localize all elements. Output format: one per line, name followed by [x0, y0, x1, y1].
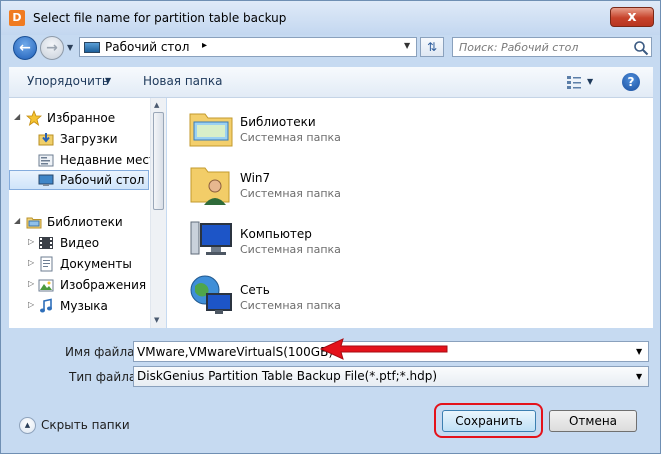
sidebar-item-music[interactable]: ▷ Музыка: [9, 296, 149, 316]
filetype-dropdown-icon[interactable]: ▼: [636, 372, 642, 381]
file-list: Библиотеки Системная папка Win7 Системна…: [167, 98, 653, 328]
cancel-button[interactable]: Отмена: [549, 410, 637, 432]
file-item-name: Сеть: [240, 283, 270, 297]
diskgenius-app-icon: D: [9, 10, 25, 26]
sidebar-item-recent-places[interactable]: Недавние места: [9, 150, 163, 170]
file-item-win7[interactable]: Win7 Системная папка: [187, 160, 487, 212]
help-button[interactable]: ?: [622, 73, 640, 91]
close-button[interactable]: x: [610, 7, 654, 27]
back-button[interactable]: ←: [13, 36, 37, 60]
file-item-name: Библиотеки: [240, 115, 316, 129]
sidebar-item-label: Загрузки: [60, 132, 118, 146]
sidebar-item-label: Документы: [60, 257, 132, 271]
address-path[interactable]: Рабочий стол: [105, 40, 189, 54]
nav-libraries-label: Библиотеки: [47, 215, 123, 229]
address-dropdown-icon[interactable]: ▼: [404, 41, 410, 50]
network-icon: [190, 275, 232, 314]
images-icon: [38, 279, 54, 292]
sidebar-item-desktop[interactable]: Рабочий стол: [9, 170, 149, 190]
collapse-up-icon: ▲: [19, 417, 36, 434]
libraries-icon: [26, 217, 42, 229]
file-item-computer[interactable]: Компьютер Системная папка: [187, 216, 487, 268]
file-item-name: Компьютер: [240, 227, 312, 241]
sidebar-item-label: Музыка: [60, 299, 108, 313]
nav-favorites[interactable]: ◢ Избранное: [9, 108, 149, 128]
organize-button[interactable]: Упорядочить: [27, 74, 109, 88]
window-title: Select file name for partition table bac…: [33, 11, 287, 25]
organize-dropdown-icon[interactable]: ▼: [105, 76, 111, 85]
search-input[interactable]: [453, 38, 637, 56]
dialog-footer: ▲ Скрыть папки Сохранить Отмена: [1, 397, 660, 453]
desktop-icon: [38, 174, 54, 186]
expand-triangle-icon[interactable]: ▷: [28, 279, 34, 288]
sidebar-item-label: Видео: [60, 236, 100, 250]
file-item-type: Системная папка: [240, 131, 341, 144]
title-bar: D Select file name for partition table b…: [1, 1, 660, 35]
save-dialog: D Select file name for partition table b…: [0, 0, 661, 454]
close-icon: x: [627, 9, 637, 25]
breadcrumb-chevron-icon[interactable]: ▸: [202, 40, 207, 51]
command-bar: Упорядочить ▼ Новая папка ▼ ?: [9, 67, 653, 98]
star-icon: [26, 110, 42, 126]
nav-favorites-label: Избранное: [47, 111, 116, 125]
sidebar-item-images[interactable]: ▷ Изображения: [9, 275, 149, 295]
address-row: ← → ▼ Рабочий стол ▸ ▼ ⇅: [1, 35, 660, 61]
file-item-name: Win7: [240, 171, 271, 185]
sidebar-item-label: Изображения: [60, 278, 147, 292]
red-annotation-arrow: [319, 338, 448, 360]
expand-triangle-icon[interactable]: ▷: [28, 300, 34, 309]
scroll-down-icon[interactable]: ▼: [154, 316, 159, 324]
address-bar[interactable]: Рабочий стол ▸ ▼: [79, 37, 417, 57]
sidebar-item-downloads[interactable]: Загрузки: [9, 129, 149, 149]
file-item-type: Системная папка: [240, 187, 341, 200]
documents-icon: [40, 256, 53, 272]
navigation-scrollbar[interactable]: ▲ ▼: [150, 98, 166, 328]
file-item-libraries[interactable]: Библиотеки Системная папка: [187, 104, 487, 156]
expand-triangle-icon[interactable]: ▷: [28, 237, 34, 246]
filetype-value: DiskGenius Partition Table Backup File(*…: [137, 369, 438, 383]
user-folder-icon: [190, 167, 230, 205]
refresh-button[interactable]: ⇅: [420, 37, 444, 57]
sidebar-item-documents[interactable]: ▷ Документы: [9, 254, 149, 274]
scrollbar-thumb[interactable]: [153, 112, 164, 210]
forward-arrow-icon: →: [46, 40, 58, 56]
file-item-network[interactable]: Сеть Системная папка: [187, 272, 487, 324]
view-options-icon[interactable]: [566, 74, 582, 90]
help-icon: ?: [627, 75, 635, 89]
search-box[interactable]: [452, 37, 652, 57]
sidebar-item-video[interactable]: ▷ Видео: [9, 233, 149, 253]
recent-places-icon: [38, 154, 54, 167]
nav-libraries[interactable]: ◢ Библиотеки: [9, 212, 149, 232]
downloads-icon: [38, 133, 54, 146]
collapse-triangle-icon[interactable]: ◢: [14, 112, 20, 121]
video-icon: [39, 237, 53, 249]
hide-folders-label: Скрыть папки: [41, 418, 130, 432]
filename-dropdown-icon[interactable]: ▼: [636, 347, 642, 356]
sidebar-item-label: Рабочий стол: [60, 173, 145, 187]
sidebar-item-label: Недавние места: [60, 153, 164, 167]
expand-triangle-icon[interactable]: ▷: [28, 258, 34, 267]
back-arrow-icon: ←: [19, 40, 31, 56]
refresh-icon: ⇅: [426, 40, 438, 54]
search-icon[interactable]: [633, 40, 649, 56]
desktop-icon: [84, 42, 100, 53]
collapse-triangle-icon[interactable]: ◢: [14, 216, 20, 225]
filename-label: Имя файла:: [65, 345, 139, 359]
file-item-type: Системная папка: [240, 299, 341, 312]
filetype-select[interactable]: DiskGenius Partition Table Backup File(*…: [133, 366, 649, 387]
new-folder-button[interactable]: Новая папка: [143, 74, 222, 88]
view-dropdown-icon[interactable]: ▼: [587, 77, 593, 86]
computer-icon: [190, 221, 232, 255]
file-item-type: Системная папка: [240, 243, 341, 256]
filetype-label: Тип файла:: [69, 370, 141, 384]
forward-button[interactable]: →: [40, 36, 64, 60]
scroll-up-icon[interactable]: ▲: [154, 101, 159, 109]
recent-locations-dropdown[interactable]: ▼: [67, 43, 73, 52]
libraries-folder-icon: [189, 113, 233, 147]
save-button[interactable]: Сохранить: [442, 410, 536, 432]
music-icon: [40, 298, 52, 313]
navigation-pane: ◢ Избранное Загрузки Недавние места Рабо…: [9, 98, 166, 328]
